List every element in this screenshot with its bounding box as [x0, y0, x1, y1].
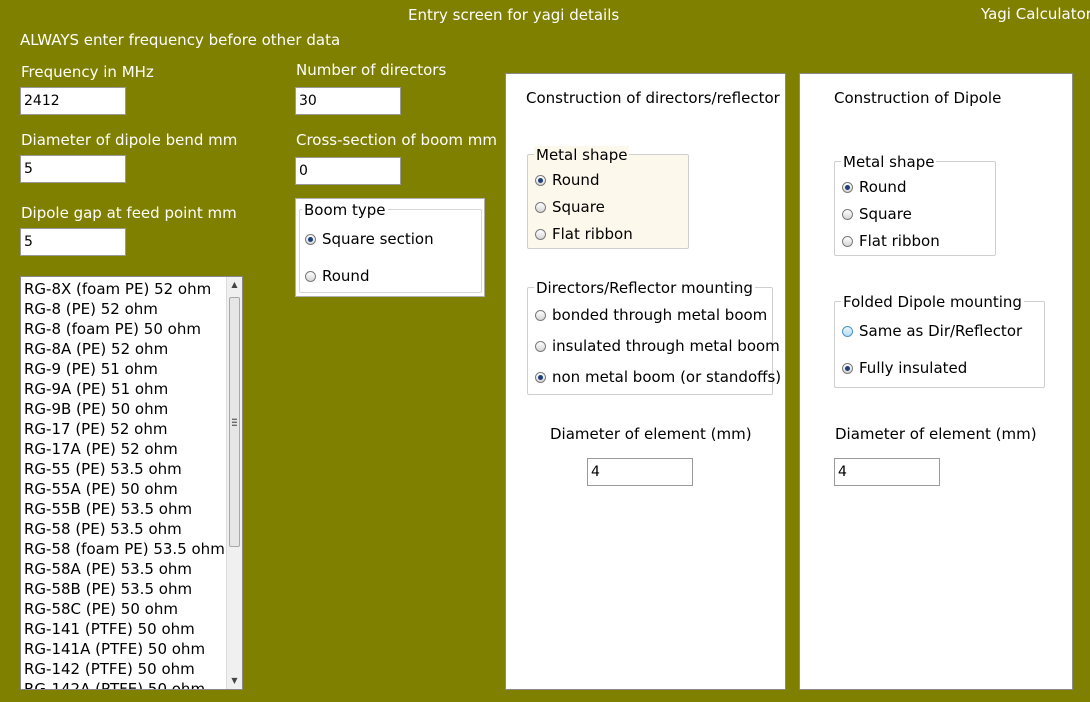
dipole-bend-label: Diameter of dipole bend mm: [21, 131, 238, 149]
radio-hover-icon[interactable]: [842, 325, 853, 337]
scroll-up-arrow-icon[interactable]: ▲: [227, 277, 242, 293]
frequency-label: Frequency in MHz: [21, 63, 154, 81]
mounting-bonded-label: bonded through metal boom: [552, 306, 768, 324]
boom-type-round-label: Round: [322, 267, 370, 285]
list-item[interactable]: RG-141 (PTFE) 50 ohm: [24, 619, 242, 639]
window-title: Entry screen for yagi details: [408, 6, 620, 24]
dipole-gap-input[interactable]: [20, 228, 126, 256]
dipole-insulated-option[interactable]: Fully insulated: [842, 359, 967, 377]
list-item[interactable]: RG-8 (foam PE) 50 ohm: [24, 319, 242, 339]
directors-mounting-legend: Directors/Reflector mounting: [534, 279, 755, 297]
frequency-warning: ALWAYS enter frequency before other data: [20, 31, 341, 49]
list-item[interactable]: RG-58B (PE) 53.5 ohm: [24, 579, 242, 599]
directors-shape-round-option[interactable]: Round: [535, 171, 599, 189]
coax-cable-items: RG-8X (foam PE) 52 ohm RG-8 (PE) 52 ohm RG…: [21, 277, 242, 689]
coax-cable-list[interactable]: RG-8X (foam PE) 52 ohm RG-8 (PE) 52 ohm RG…: [20, 276, 243, 690]
radio-selected-icon[interactable]: [305, 233, 316, 245]
boom-type-legend: Boom type: [302, 201, 388, 219]
dipole-shape-ribbon-option[interactable]: Flat ribbon: [842, 232, 940, 250]
mounting-insulated-option[interactable]: insulated through metal boom: [535, 337, 780, 355]
list-item[interactable]: RG-8X (foam PE) 52 ohm: [24, 279, 242, 299]
list-item[interactable]: RG-9A (PE) 51 ohm: [24, 379, 242, 399]
list-item[interactable]: RG-142A (PTFE) 50 ohm: [24, 679, 242, 689]
boom-type-square-label: Square section: [322, 230, 434, 248]
list-item[interactable]: RG-142 (PTFE) 50 ohm: [24, 659, 242, 679]
radio-selected-icon[interactable]: [842, 181, 853, 193]
directors-shape-square-option[interactable]: Square: [535, 198, 605, 216]
list-item[interactable]: RG-141A (PTFE) 50 ohm: [24, 639, 242, 659]
dipole-mounting-legend: Folded Dipole mounting: [841, 293, 1024, 311]
dipole-gap-label: Dipole gap at feed point mm: [21, 204, 237, 222]
list-item[interactable]: RG-58C (PE) 50 ohm: [24, 599, 242, 619]
dipole-diameter-input[interactable]: [834, 458, 940, 486]
list-item[interactable]: RG-9B (PE) 50 ohm: [24, 399, 242, 419]
dipole-same-label: Same as Dir/Reflector: [859, 322, 1023, 340]
dipole-diameter-label: Diameter of element (mm): [835, 425, 1037, 443]
mounting-insulated-label: insulated through metal boom: [552, 337, 780, 355]
dipole-panel: Construction of Dipole Metal shape Round…: [799, 73, 1073, 690]
frequency-input[interactable]: [20, 87, 126, 115]
directors-reflector-panel: Construction of directors/reflector Meta…: [505, 73, 786, 690]
boom-cross-input[interactable]: [295, 157, 401, 185]
boom-type-round-option[interactable]: Round: [305, 267, 369, 285]
list-item[interactable]: RG-58 (PE) 53.5 ohm: [24, 519, 242, 539]
boom-type-group: Boom type Square section Round: [299, 201, 482, 293]
radio-unselected-icon[interactable]: [842, 235, 853, 247]
dipole-mounting-group: Folded Dipole mounting Same as Dir/Refle…: [834, 293, 1045, 388]
directors-shape-round-label: Round: [552, 171, 600, 189]
radio-unselected-icon[interactable]: [535, 228, 546, 240]
directors-label: Number of directors: [296, 61, 447, 79]
list-item[interactable]: RG-8A (PE) 52 ohm: [24, 339, 242, 359]
boom-type-box: Boom type Square section Round: [295, 198, 485, 297]
directors-diameter-input[interactable]: [587, 458, 693, 486]
list-item[interactable]: RG-8 (PE) 52 ohm: [24, 299, 242, 319]
radio-selected-icon[interactable]: [535, 371, 546, 383]
radio-selected-icon[interactable]: [535, 174, 546, 186]
list-item[interactable]: RG-58A (PE) 53.5 ohm: [24, 559, 242, 579]
list-item[interactable]: RG-55A (PE) 50 ohm: [24, 479, 242, 499]
dipole-shape-group: Metal shape Round Square Flat ribbon: [834, 153, 996, 256]
directors-input[interactable]: [295, 87, 401, 115]
dipole-same-option[interactable]: Same as Dir/Reflector: [842, 322, 1022, 340]
coax-list-scrollbar[interactable]: ▲ ━ ━ ━ ▼: [226, 277, 242, 689]
app-name: Yagi Calculator: [981, 5, 1090, 23]
directors-shape-group: Metal shape Round Square Flat ribbon: [527, 146, 689, 249]
dipole-shape-ribbon-label: Flat ribbon: [859, 232, 940, 250]
directors-shape-square-label: Square: [552, 198, 605, 216]
directors-diameter-label: Diameter of element (mm): [550, 425, 752, 443]
dipole-shape-round-label: Round: [859, 178, 907, 196]
list-item[interactable]: RG-58 (foam PE) 53.5 ohm: [24, 539, 242, 559]
dipole-shape-legend: Metal shape: [841, 153, 937, 171]
dipole-insulated-label: Fully insulated: [859, 359, 968, 377]
radio-selected-icon[interactable]: [842, 362, 853, 374]
dipole-shape-square-option[interactable]: Square: [842, 205, 912, 223]
radio-unselected-icon[interactable]: [305, 270, 316, 282]
boom-cross-label: Cross-section of boom mm: [296, 131, 498, 149]
list-item[interactable]: RG-55B (PE) 53.5 ohm: [24, 499, 242, 519]
dipole-bend-input[interactable]: [20, 155, 126, 183]
dipole-panel-title: Construction of Dipole: [834, 89, 1002, 107]
mounting-bonded-option[interactable]: bonded through metal boom: [535, 306, 767, 324]
directors-panel-title: Construction of directors/reflector: [526, 89, 780, 107]
radio-unselected-icon[interactable]: [842, 208, 853, 220]
mounting-nonmetal-option[interactable]: non metal boom (or standoffs): [535, 368, 781, 386]
dipole-shape-round-option[interactable]: Round: [842, 178, 906, 196]
list-item[interactable]: RG-17 (PE) 52 ohm: [24, 419, 242, 439]
directors-shape-ribbon-option[interactable]: Flat ribbon: [535, 225, 633, 243]
radio-unselected-icon[interactable]: [535, 340, 546, 352]
list-item[interactable]: RG-9 (PE) 51 ohm: [24, 359, 242, 379]
list-item[interactable]: RG-17A (PE) 52 ohm: [24, 439, 242, 459]
list-item[interactable]: RG-55 (PE) 53.5 ohm: [24, 459, 242, 479]
dipole-shape-square-label: Square: [859, 205, 912, 223]
radio-unselected-icon[interactable]: [535, 201, 546, 213]
directors-shape-ribbon-label: Flat ribbon: [552, 225, 633, 243]
mounting-nonmetal-label: non metal boom (or standoffs): [552, 368, 782, 386]
radio-unselected-icon[interactable]: [535, 309, 546, 321]
scroll-thumb-grip-icon: ━ ━ ━: [232, 415, 237, 430]
directors-mounting-group: Directors/Reflector mounting bonded thro…: [527, 279, 781, 395]
scroll-thumb[interactable]: ━ ━ ━: [229, 297, 240, 547]
boom-type-square-option[interactable]: Square section: [305, 230, 434, 248]
directors-shape-legend: Metal shape: [534, 146, 630, 164]
scroll-down-arrow-icon[interactable]: ▼: [227, 673, 242, 689]
